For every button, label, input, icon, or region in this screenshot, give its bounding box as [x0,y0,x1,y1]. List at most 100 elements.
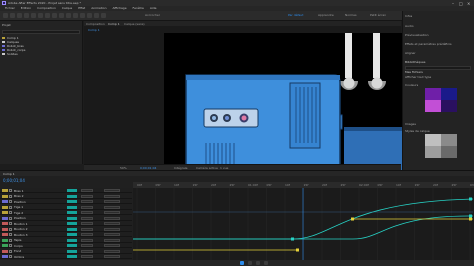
parent-dropdown[interactable] [104,211,120,214]
tab-composition[interactable]: Composition [86,22,105,26]
blend-mode-dropdown[interactable] [81,211,93,214]
layer-name[interactable]: Fond [14,249,21,253]
layer-switch-chip[interactable] [67,238,77,242]
parent-dropdown[interactable] [104,222,120,225]
label-color-swatch[interactable] [2,244,8,247]
layer-row[interactable]: Bouton 1 [0,221,132,226]
project-search-input[interactable] [2,30,80,34]
blend-mode-dropdown[interactable] [81,233,93,236]
home-icon[interactable] [3,13,8,18]
blend-mode-dropdown[interactable] [81,227,93,231]
selection-tool-icon[interactable] [10,13,15,18]
parent-dropdown[interactable] [104,216,120,220]
layer-row[interactable]: Tige 2 [0,210,132,215]
layer-switch-chip[interactable] [67,227,77,231]
pen-tool-icon[interactable] [59,13,64,18]
tab-timeline-comp-1[interactable]: Comp 1 [3,172,15,176]
label-color-swatch[interactable] [2,227,8,231]
parent-dropdown[interactable] [104,238,120,242]
maximize-icon[interactable]: □ [459,1,463,6]
label-color-swatch[interactable] [2,238,8,242]
label-color-swatch[interactable] [2,255,8,258]
layer-name[interactable]: Bras 1 [14,189,24,193]
layer-name[interactable]: Tige 1 [14,205,23,209]
label-color-swatch[interactable] [2,233,8,236]
label-color-swatch[interactable] [2,205,8,209]
parent-dropdown[interactable] [104,189,120,192]
panel-preview[interactable]: Prévisualisation [405,33,429,37]
layer-row[interactable]: Tige 1 [0,205,132,210]
parent-dropdown[interactable] [104,249,120,253]
blend-mode-dropdown[interactable] [81,216,93,220]
zoom-tool-icon[interactable] [24,13,29,18]
panel-info[interactable]: Infos [405,14,412,18]
eraser-tool-icon[interactable] [87,13,92,18]
graph-editor[interactable]: 00f 05f 10f 15f 20f 25f 01:00f 05f 10f 15f 20f 25f 0… [133,182,474,260]
color-swatch[interactable] [441,88,457,100]
style-swatch[interactable] [425,146,441,158]
blend-mode-dropdown[interactable] [81,244,93,247]
parent-dropdown[interactable] [104,227,120,231]
blend-mode-dropdown[interactable] [81,222,93,225]
camera-tool-icon[interactable] [38,13,43,18]
tab-comp-1[interactable]: Comp 1 [108,22,120,26]
label-color-swatch[interactable] [2,216,8,220]
layer-switch-chip[interactable] [67,255,77,258]
layer-row[interactable]: Ombre [0,254,132,259]
composition-viewer[interactable] [164,33,420,178]
pan-behind-tool-icon[interactable] [45,13,50,18]
project-row[interactable]: Solides [2,52,80,56]
blend-mode-dropdown[interactable] [81,205,93,209]
layer-switch-chip[interactable] [67,189,77,192]
layer-row[interactable]: Position [0,216,132,221]
workspace-tab-default[interactable]: Par défaut [288,13,303,17]
layer-switch-chip[interactable] [67,222,77,225]
layer-name[interactable]: Bouton 2 [14,227,28,231]
panel-libraries[interactable]: Bibliothèques [405,60,425,64]
layer-name[interactable]: Position [14,200,26,204]
layer-name[interactable]: Bouton 3 [14,233,28,237]
blend-mode-dropdown[interactable] [81,238,93,242]
blend-mode-dropdown[interactable] [81,249,93,253]
label-color-swatch[interactable] [2,189,8,192]
panel-align[interactable]: Aligner [405,51,416,55]
layer-switch-chip[interactable] [67,200,77,203]
blend-mode-dropdown[interactable] [81,194,93,198]
shape-tool-icon[interactable] [52,13,57,18]
layer-row[interactable]: Bouton 3 [0,232,132,237]
parent-dropdown[interactable] [104,200,120,203]
parent-dropdown[interactable] [104,233,120,236]
style-swatch[interactable] [425,134,441,146]
panel-audio[interactable]: Audio [405,24,414,28]
label-color-swatch[interactable] [2,249,8,253]
layer-switch-chip[interactable] [67,233,77,236]
blend-mode-dropdown[interactable] [81,200,93,203]
roto-tool-icon[interactable] [94,13,99,18]
library-filter-dropdown[interactable]: Afficher tout type [405,75,431,79]
minimize-icon[interactable]: – [452,1,454,6]
layer-row[interactable]: Tapis [0,238,132,243]
hand-tool-icon[interactable] [17,13,22,18]
style-swatch[interactable] [441,146,457,158]
keyframe-interpolation-icon[interactable] [264,261,268,265]
label-color-swatch[interactable] [2,200,8,203]
blend-mode-dropdown[interactable] [81,189,93,192]
comp-breadcrumb[interactable]: Comp 1 [88,28,100,32]
layer-switch-chip[interactable] [67,244,77,247]
layer-name[interactable]: Ombre [14,255,24,259]
graphics-section-label[interactable]: Images [405,122,416,126]
layer-switch-chip[interactable] [67,211,77,214]
rotate-tool-icon[interactable] [31,13,36,18]
layer-name[interactable]: Bouton 1 [14,222,28,226]
layer-name[interactable]: Tige 2 [14,211,23,215]
easy-ease-icon[interactable] [256,261,260,265]
layer-switch-chip[interactable] [67,205,77,209]
layer-row[interactable]: Position [0,199,132,204]
color-swatch[interactable] [425,100,441,112]
fit-view-icon[interactable] [248,261,252,265]
workspace-tab-learn[interactable]: Apprendre [318,13,334,17]
graph-editor-toggle-icon[interactable] [240,261,244,265]
layer-switch-chip[interactable] [67,216,77,220]
parent-dropdown[interactable] [104,244,120,247]
colors-section-label[interactable]: Couleurs [405,83,418,87]
